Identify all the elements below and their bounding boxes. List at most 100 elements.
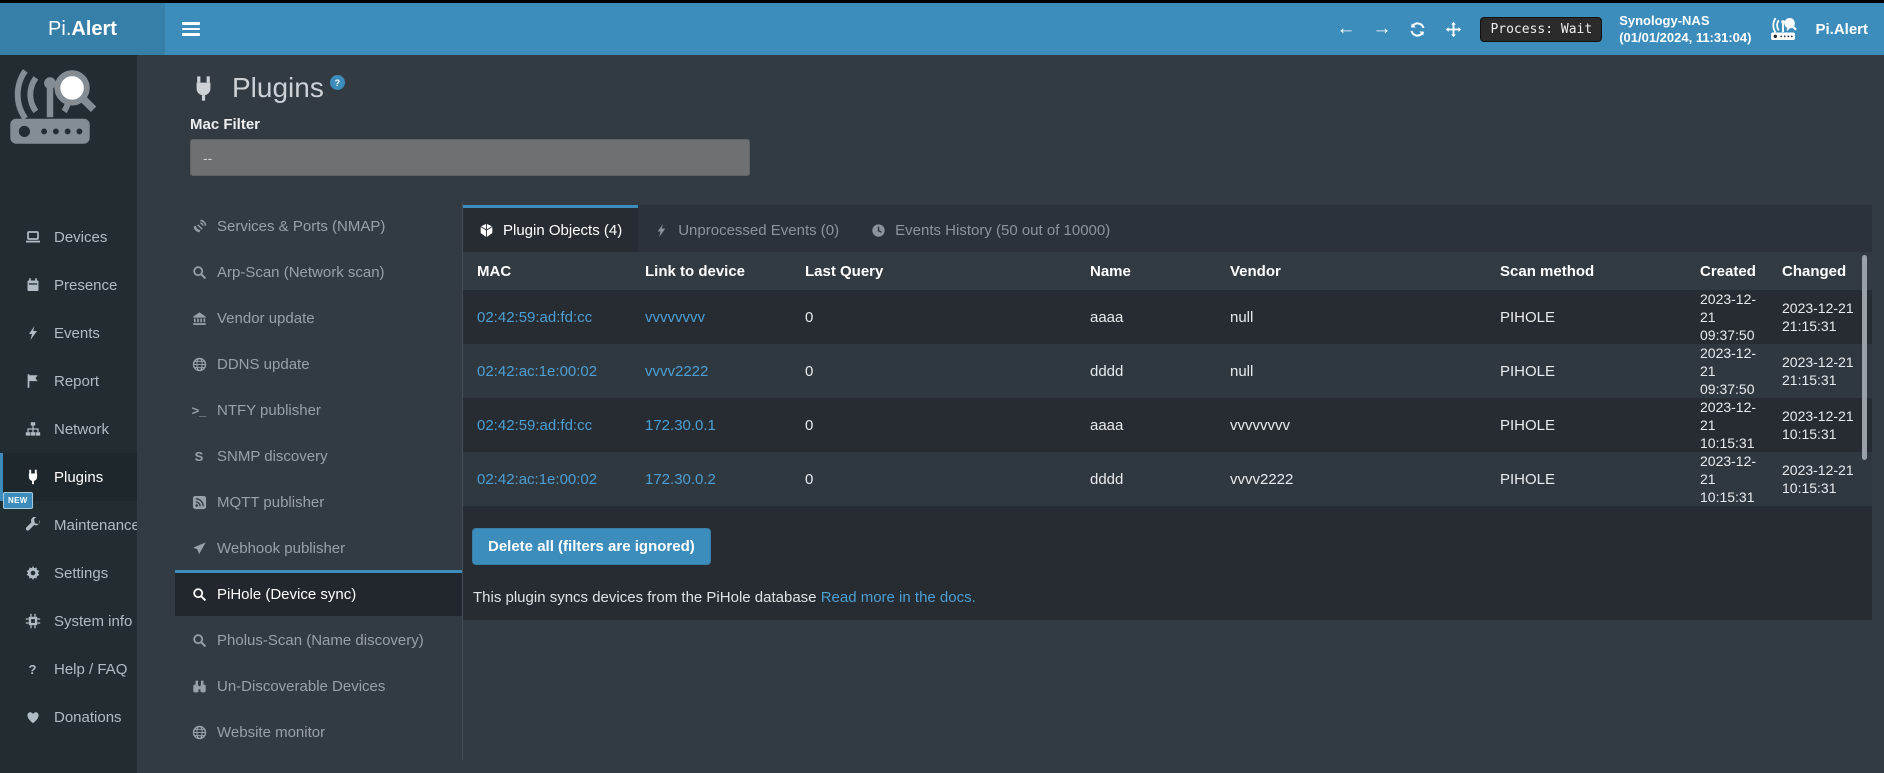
sidebar-item-label: Presence (54, 277, 117, 294)
cell-vendor: null (1216, 344, 1486, 398)
table-scrollbar[interactable] (1862, 255, 1867, 460)
tab-label: Plugin Objects (4) (503, 222, 622, 239)
delete-all-button[interactable]: Delete all (filters are ignored) (472, 528, 711, 565)
plugin-nav-item-vendor-update[interactable]: Vendor update (175, 294, 462, 340)
cell-changed: 2023-12-2121:15:31 (1768, 344, 1872, 398)
sidebar-item-maintenance[interactable]: Maintenance NEW (0, 501, 137, 549)
cell-mac[interactable]: 02:42:59:ad:fd:cc (463, 290, 631, 344)
plugin-nav-item-mqtt-publisher[interactable]: MQTT publisher (175, 478, 462, 524)
snmp-icon: S (191, 449, 207, 465)
host-name: Synology-NAS (1619, 13, 1709, 28)
forward-arrow-icon[interactable]: → (1372, 20, 1391, 39)
plugin-nav-item-arp-scan-network-scan[interactable]: Arp-Scan (Network scan) (175, 248, 462, 294)
page-title: Plugins (232, 72, 324, 104)
top-navbar: Pi.Alert ← → Process: Wait Synology-NAS … (0, 0, 1884, 55)
help-badge[interactable]: ? (330, 75, 345, 90)
cell-mac[interactable]: 02:42:ac:1e:00:02 (463, 452, 631, 506)
move-icon[interactable] (1444, 20, 1463, 39)
plugin-nav-item-label: PiHole (Device sync) (217, 586, 356, 603)
column-header-link-to-device: Link to device (631, 252, 791, 290)
rss-icon (191, 495, 207, 511)
gear-icon (24, 565, 41, 582)
tab-plugin-objects-4[interactable]: Plugin Objects (4) (463, 205, 638, 252)
cell-name: aaaa (1076, 398, 1216, 452)
sidebar-menu: Devices Presence Events Report Network P… (0, 213, 137, 741)
table-row: 02:42:59:ad:fd:cc vvvvvvvv 0 aaaa null P… (463, 290, 1872, 344)
sidebar-item-label: Maintenance (54, 517, 140, 534)
host-datetime: (01/01/2024, 11:31:04) (1619, 30, 1751, 45)
cell-vendor: null (1216, 290, 1486, 344)
plugin-nav-item-label: NTFY publisher (217, 402, 321, 419)
chip-icon (24, 613, 41, 630)
sidebar-toggle-icon[interactable] (182, 19, 202, 39)
column-header-scan-method: Scan method (1486, 252, 1686, 290)
host-info: Synology-NAS (01/01/2024, 11:31:04) (1619, 12, 1751, 46)
cell-link-to-device[interactable]: 172.30.0.2 (631, 452, 791, 506)
app-logo[interactable]: Pi.Alert (0, 3, 165, 55)
cell-last-query: 0 (791, 290, 1076, 344)
sidebar-item-system-info[interactable]: System info (0, 597, 137, 645)
cell-created: 2023-12-2109:37:50 (1686, 344, 1768, 398)
cell-changed: 2023-12-2110:15:31 (1768, 398, 1872, 452)
plugin-objects-table: MACLink to deviceLast QueryNameVendorSca… (463, 252, 1872, 506)
search-icon (191, 587, 207, 603)
tab-unprocessed-events-0[interactable]: Unprocessed Events (0) (638, 205, 855, 252)
cell-mac[interactable]: 02:42:59:ad:fd:cc (463, 398, 631, 452)
cell-vendor: vvvvvvvv (1216, 398, 1486, 452)
sidebar-item-label: System info (54, 613, 132, 630)
column-header-mac: MAC (463, 252, 631, 290)
plugin-nav-item-pihole-device-sync[interactable]: PiHole (Device sync) (175, 570, 462, 616)
plugin-nav-item-ddns-update[interactable]: DDNS update (175, 340, 462, 386)
sidebar: Devices Presence Events Report Network P… (0, 55, 137, 773)
table-row: 02:42:ac:1e:00:02 vvvv2222 0 dddd null P… (463, 344, 1872, 398)
content-area: Plugins ? Mac Filter Services & Ports (N… (137, 55, 1884, 773)
sidebar-item-devices[interactable]: Devices (0, 213, 137, 261)
topbar-right-cluster: ← → Process: Wait Synology-NAS (01/01/20… (1336, 3, 1868, 55)
read-docs-link[interactable]: Read more in the docs. (821, 589, 976, 606)
plugin-nav-item-label: Un-Discoverable Devices (217, 678, 385, 695)
sidebar-item-label: Donations (54, 709, 122, 726)
mac-filter-input[interactable] (190, 139, 750, 176)
sidebar-item-label: Help / FAQ (54, 661, 127, 678)
plugin-nav-item-snmp-discovery[interactable]: S SNMP discovery (175, 432, 462, 478)
cell-name: dddd (1076, 452, 1216, 506)
plugin-nav-item-website-monitor[interactable]: Website monitor (175, 708, 462, 754)
cell-mac[interactable]: 02:42:ac:1e:00:02 (463, 344, 631, 398)
plugin-nav-item-webhook-publisher[interactable]: Webhook publisher (175, 524, 462, 570)
laptop-icon (24, 229, 41, 246)
cell-link-to-device[interactable]: vvvvvvvv (631, 290, 791, 344)
mac-filter-label: Mac Filter (190, 116, 260, 133)
sidebar-item-help-faq[interactable]: ? Help / FAQ (0, 645, 137, 693)
binoculars-icon (191, 679, 207, 695)
heart-icon (24, 709, 41, 726)
plugin-nav-item-ntfy-publisher[interactable]: >_ NTFY publisher (175, 386, 462, 432)
cell-created: 2023-12-2110:15:31 (1686, 398, 1768, 452)
cell-scan-method: PIHOLE (1486, 344, 1686, 398)
plugin-nav-item-pholus-scan-name-discovery[interactable]: Pholus-Scan (Name discovery) (175, 616, 462, 662)
tab-events-history-50-out-of-10000[interactable]: Events History (50 out of 10000) (855, 205, 1126, 252)
sidebar-item-events[interactable]: Events (0, 309, 137, 357)
plugin-nav-item-services-ports-nmap[interactable]: Services & Ports (NMAP) (175, 202, 462, 248)
table-row: 02:42:59:ad:fd:cc 172.30.0.1 0 aaaa vvvv… (463, 398, 1872, 452)
table-header-row: MACLink to deviceLast QueryNameVendorSca… (463, 252, 1872, 290)
sidebar-item-settings[interactable]: Settings (0, 549, 137, 597)
send-icon (191, 541, 207, 557)
clock-icon (871, 223, 886, 238)
cell-last-query: 0 (791, 344, 1076, 398)
plugin-nav: Services & Ports (NMAP) Arp-Scan (Networ… (175, 202, 463, 760)
cell-link-to-device[interactable]: 172.30.0.1 (631, 398, 791, 452)
refresh-icon[interactable] (1408, 20, 1427, 39)
search-icon (191, 265, 207, 281)
column-header-last-query: Last Query (791, 252, 1076, 290)
globe-icon (191, 725, 207, 741)
back-arrow-icon[interactable]: ← (1336, 20, 1355, 39)
cell-link-to-device[interactable]: vvvv2222 (631, 344, 791, 398)
sidebar-item-network[interactable]: Network (0, 405, 137, 453)
sidebar-item-donations[interactable]: Donations (0, 693, 137, 741)
cell-changed: 2023-12-2110:15:31 (1768, 452, 1872, 506)
plugin-nav-item-label: MQTT publisher (217, 494, 324, 511)
sidebar-item-report[interactable]: Report (0, 357, 137, 405)
sidebar-item-presence[interactable]: Presence (0, 261, 137, 309)
plugin-nav-item-un-discoverable-devices[interactable]: Un-Discoverable Devices (175, 662, 462, 708)
tab-label: Unprocessed Events (0) (678, 222, 839, 239)
